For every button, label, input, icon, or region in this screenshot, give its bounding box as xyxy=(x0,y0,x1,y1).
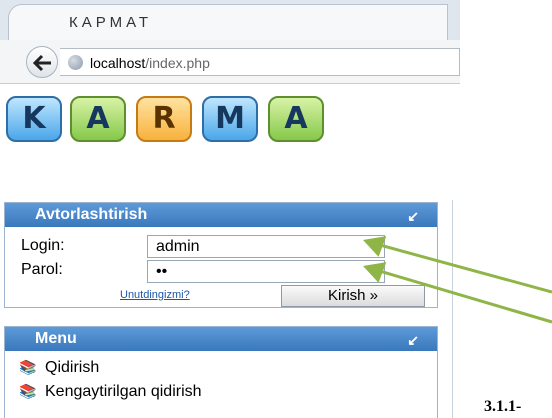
annotation-arrows xyxy=(363,236,552,324)
figure-caption: 3.1.1- xyxy=(484,398,522,415)
arrow-to-password-head xyxy=(363,262,387,283)
arrow-to-login xyxy=(375,242,552,294)
arrow-to-login-head xyxy=(363,236,387,257)
arrow-to-password xyxy=(375,268,552,324)
